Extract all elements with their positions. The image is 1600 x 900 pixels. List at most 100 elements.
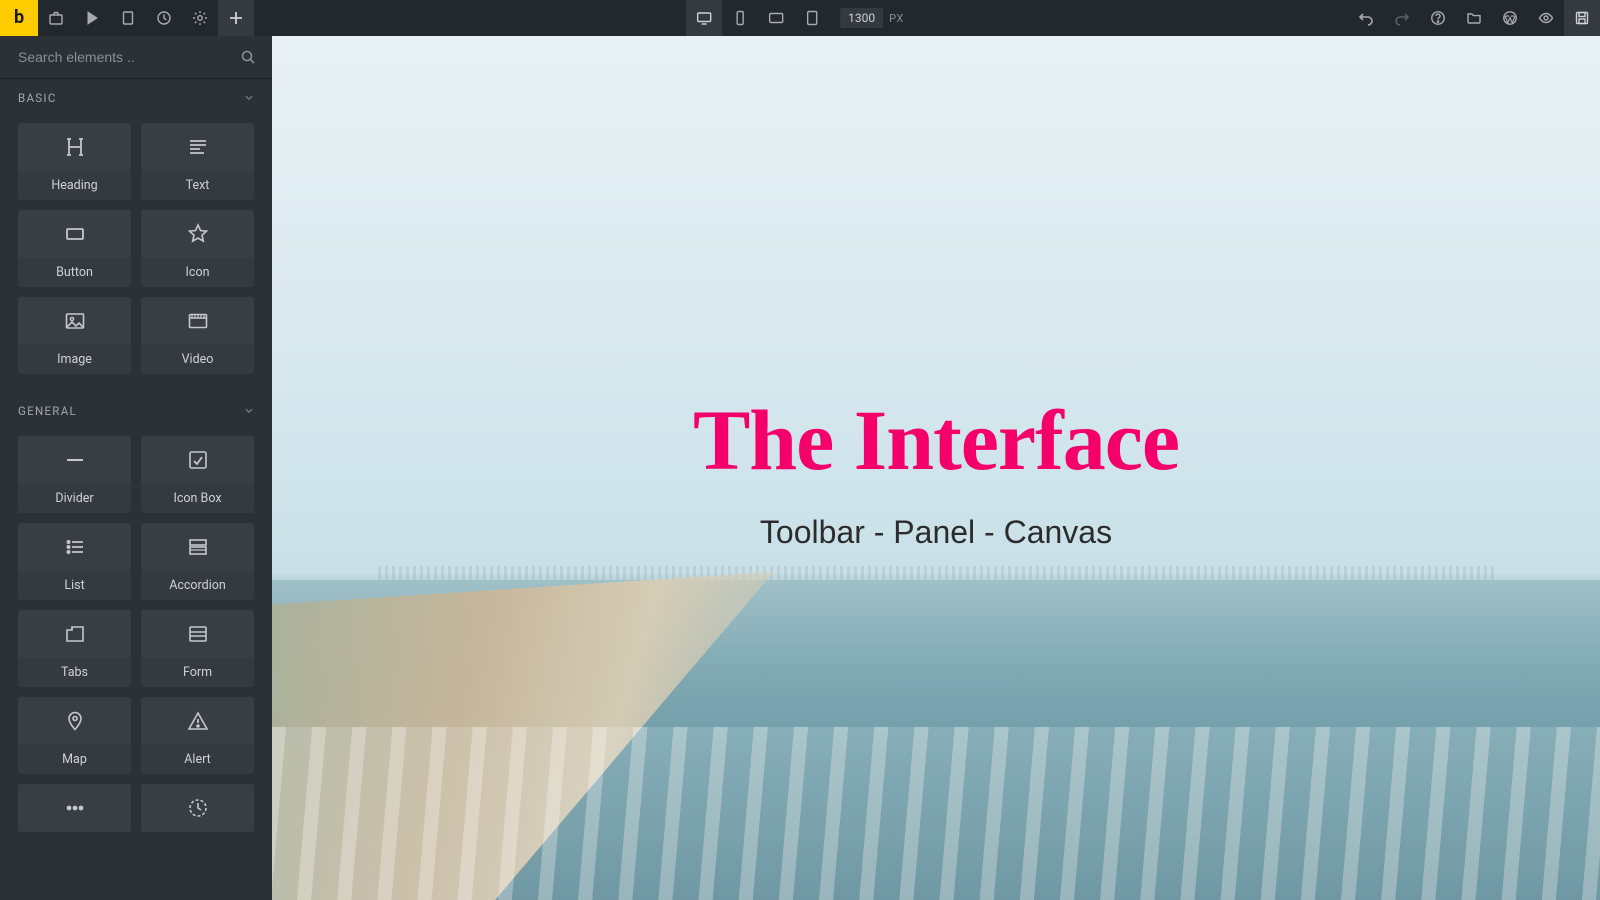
element-tile-label: Tabs [18, 658, 131, 687]
save-icon [1574, 10, 1590, 26]
panel-scroll[interactable]: BASIC Heading Text Button Icon Imag [0, 79, 272, 900]
breakpoint-tablet-landscape[interactable] [758, 0, 794, 36]
map-icon [18, 697, 131, 745]
element-tile-accordion[interactable]: Accordion [141, 523, 254, 600]
toolbar-right [1348, 0, 1600, 36]
redo-icon [1394, 10, 1410, 26]
briefcase-icon [48, 10, 64, 26]
element-tile-more[interactable] [18, 784, 131, 832]
plus-icon [228, 10, 244, 26]
element-tile-icon-box[interactable]: Icon Box [141, 436, 254, 513]
element-tile-label: Button [18, 258, 131, 287]
redo-button[interactable] [1384, 0, 1420, 36]
text-icon [141, 123, 254, 171]
element-tile-label: List [18, 571, 131, 600]
search-row [0, 36, 272, 79]
hero-block: The Interface Toolbar - Panel - Canvas [272, 390, 1600, 551]
breakpoint-width-value: 1300 [840, 8, 883, 28]
category-tiles-basic: Heading Text Button Icon Image [0, 117, 272, 392]
navigator-button[interactable] [74, 0, 110, 36]
element-tile-image[interactable]: Image [18, 297, 131, 374]
element-tile-label: Accordion [141, 571, 254, 600]
save-button[interactable] [1564, 0, 1600, 36]
element-tile-list[interactable]: List [18, 523, 131, 600]
breakpoint-width-unit: PX [889, 12, 904, 25]
history-button[interactable] [146, 0, 182, 36]
heading-icon [18, 123, 131, 171]
chevron-down-icon [244, 406, 254, 416]
element-tile-label: Image [18, 345, 131, 374]
button-icon [18, 210, 131, 258]
breakpoint-width[interactable]: 1300 PX [830, 0, 914, 36]
category-label: BASIC [18, 91, 57, 105]
element-tile-video[interactable]: Video [141, 297, 254, 374]
pages-button[interactable] [110, 0, 146, 36]
iconbox-icon [141, 436, 254, 484]
canvas-bg-foam [272, 727, 1600, 900]
element-tile-divider[interactable]: Divider [18, 436, 131, 513]
divider-icon [18, 436, 131, 484]
element-tile-button[interactable]: Button [18, 210, 131, 287]
element-tile-alert[interactable]: Alert [141, 697, 254, 774]
breakpoint-desktop[interactable] [686, 0, 722, 36]
structure-button[interactable] [38, 0, 74, 36]
help-button[interactable] [1420, 0, 1456, 36]
element-tile-text[interactable]: Text [141, 123, 254, 200]
folder-icon [1466, 10, 1482, 26]
chevron-down-icon [244, 93, 254, 103]
element-tile-icon[interactable]: Icon [141, 210, 254, 287]
element-tile-label: Heading [18, 171, 131, 200]
counter-icon [141, 784, 254, 832]
templates-button[interactable] [1456, 0, 1492, 36]
help-icon [1430, 10, 1446, 26]
element-tile-label: Icon [141, 258, 254, 287]
add-element-button[interactable] [218, 0, 254, 36]
play-icon [84, 10, 100, 26]
element-tile-label: Text [141, 171, 254, 200]
element-tile-label: Divider [18, 484, 131, 513]
breakpoint-tablet-portrait[interactable] [794, 0, 830, 36]
search-input[interactable] [16, 48, 240, 66]
alert-icon [141, 697, 254, 745]
element-tile-heading[interactable]: Heading [18, 123, 131, 200]
canvas[interactable]: The Interface Toolbar - Panel - Canvas [272, 36, 1600, 900]
undo-button[interactable] [1348, 0, 1384, 36]
search-icon [240, 49, 256, 65]
desktop-icon [696, 10, 712, 26]
preview-button[interactable] [1528, 0, 1564, 36]
element-tile-label: Alert [141, 745, 254, 774]
hero-title[interactable]: The Interface [272, 390, 1600, 490]
toolbar-left: b [0, 0, 254, 36]
category-header-general[interactable]: GENERAL [0, 392, 272, 430]
element-tile-form[interactable]: Form [141, 610, 254, 687]
undo-icon [1358, 10, 1374, 26]
element-tile-label: Icon Box [141, 484, 254, 513]
phone-icon [732, 10, 748, 26]
category-label: GENERAL [18, 404, 77, 418]
hero-subtitle[interactable]: Toolbar - Panel - Canvas [272, 514, 1600, 551]
breakpoint-phone[interactable] [722, 0, 758, 36]
element-tile-label: Video [141, 345, 254, 374]
wordpress-button[interactable] [1492, 0, 1528, 36]
logo-button[interactable]: b [0, 0, 38, 36]
elements-panel: BASIC Heading Text Button Icon Imag [0, 36, 272, 900]
toolbar-center: 1300 PX [686, 0, 914, 36]
element-tile-label: Map [18, 745, 131, 774]
image-icon [18, 297, 131, 345]
element-tile-label: Form [141, 658, 254, 687]
category-header-basic[interactable]: BASIC [0, 79, 272, 117]
element-tile-counter[interactable] [141, 784, 254, 832]
accordion-icon [141, 523, 254, 571]
canvas-bg-cityline [378, 566, 1494, 580]
category-tiles-general: Divider Icon Box List Accordion Tabs [0, 430, 272, 850]
eye-icon [1538, 10, 1554, 26]
element-tile-tabs[interactable]: Tabs [18, 610, 131, 687]
tablet-portrait-icon [804, 10, 820, 26]
list-icon [18, 523, 131, 571]
logo-letter: b [14, 9, 24, 27]
gear-icon [192, 10, 208, 26]
form-icon [141, 610, 254, 658]
element-tile-map[interactable]: Map [18, 697, 131, 774]
tablet-landscape-icon [768, 10, 784, 26]
settings-button[interactable] [182, 0, 218, 36]
